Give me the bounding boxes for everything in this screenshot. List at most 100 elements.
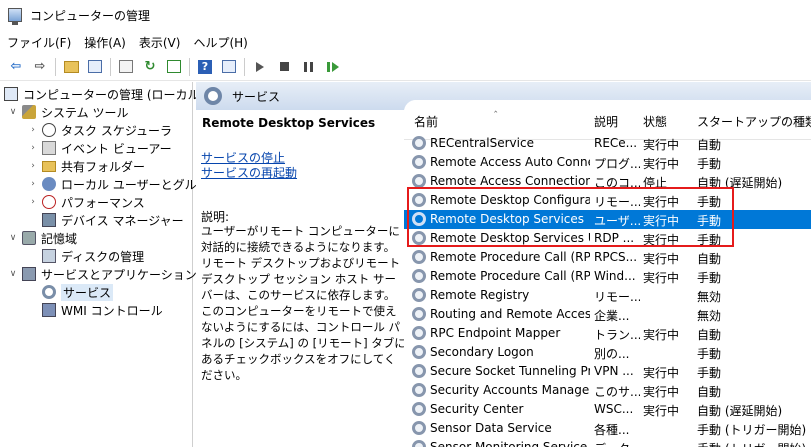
- gear-icon: [204, 87, 222, 105]
- table-row[interactable]: Remote Procedure Call (RPC) RPCS... 実行中 自動: [404, 248, 811, 267]
- menu-bar: ファイル(F) 操作(A) 表示(V) ヘルプ(H): [0, 31, 811, 53]
- cell-name: Remote Access Connection ...: [430, 174, 590, 188]
- cell-startup-type: 自動 (遅延開始): [697, 404, 783, 418]
- services-applications-icon: [22, 267, 36, 281]
- gear-icon: [412, 402, 426, 416]
- cell-name: Sensor Monitoring Service: [430, 440, 588, 447]
- event-viewer-icon: [42, 141, 56, 155]
- tree-root[interactable]: コンピューターの管理 (ローカル): [4, 85, 204, 103]
- cell-status: 実行中: [643, 271, 680, 285]
- cell-startup-type: 手動: [697, 366, 722, 380]
- column-startup-type[interactable]: スタートアップの種類: [697, 113, 811, 130]
- tree-disk-management[interactable]: ディスクの管理: [42, 247, 144, 265]
- gear-icon: [42, 285, 56, 299]
- menu-help[interactable]: ヘルプ(H): [186, 34, 253, 51]
- stop-service-icon[interactable]: [274, 57, 294, 77]
- cell-description: 別の...: [594, 347, 630, 361]
- tree-system-tools[interactable]: ∨ システム ツール: [8, 103, 128, 121]
- tree-wmi-control[interactable]: WMI コントロール: [42, 301, 163, 319]
- gear-icon: [412, 288, 426, 302]
- properties-icon[interactable]: [116, 57, 136, 77]
- refresh-icon[interactable]: ↻: [140, 57, 160, 77]
- gear-icon: [412, 307, 426, 321]
- help-icon[interactable]: ?: [195, 57, 215, 77]
- table-row[interactable]: Remote Registry リモー... 無効: [404, 286, 811, 305]
- chevron-right-icon[interactable]: ›: [28, 161, 38, 171]
- tree-task-scheduler[interactable]: › タスク スケジューラ: [28, 121, 172, 139]
- tree-storage[interactable]: ∨ 記憶域: [8, 229, 77, 247]
- cell-startup-type: 自動: [697, 138, 722, 152]
- export-list-icon[interactable]: [164, 57, 184, 77]
- tree-performance[interactable]: › パフォーマンス: [28, 193, 145, 211]
- cell-startup-type: 自動: [697, 385, 722, 399]
- tree-event-viewer[interactable]: › イベント ビューアー: [28, 139, 172, 157]
- computer-management-icon: [8, 8, 22, 25]
- table-row[interactable]: Sensor Data Service 各種... 手動 (トリガー開始): [404, 419, 811, 438]
- forward-arrow-icon[interactable]: ⇨: [30, 57, 50, 77]
- cell-name: Secondary Logon: [430, 345, 534, 359]
- gear-icon: [412, 345, 426, 359]
- tree-local-users[interactable]: › ローカル ユーザーとグループ: [28, 175, 220, 193]
- table-row[interactable]: Remote Access Auto Conne... プログ... 実行中 手動: [404, 153, 811, 172]
- chevron-down-icon[interactable]: ∨: [8, 269, 18, 279]
- cell-name: Routing and Remote Access: [430, 307, 590, 321]
- back-arrow-icon[interactable]: ⇦: [6, 57, 26, 77]
- chevron-down-icon[interactable]: ∨: [8, 107, 18, 117]
- gear-icon: [412, 269, 426, 283]
- column-name[interactable]: 名前: [414, 113, 438, 130]
- cell-startup-type: 自動: [697, 252, 722, 266]
- menu-file[interactable]: ファイル(F): [0, 34, 77, 51]
- menu-action[interactable]: 操作(A): [77, 34, 132, 51]
- device-manager-icon: [42, 213, 56, 227]
- tree-services[interactable]: サービス: [42, 283, 114, 301]
- gear-icon: [412, 421, 426, 435]
- window-title: コンピューターの管理: [30, 8, 151, 23]
- cell-startup-type: 自動: [697, 328, 722, 342]
- show-action-pane-icon[interactable]: [219, 57, 239, 77]
- tools-icon: [22, 105, 36, 119]
- up-folder-icon[interactable]: [61, 57, 81, 77]
- tree-device-manager[interactable]: デバイス マネージャー: [42, 211, 184, 229]
- tree-services-apps[interactable]: ∨ サービスとアプリケーション: [8, 265, 197, 283]
- cell-status: 実行中: [643, 328, 680, 342]
- gear-icon: [412, 250, 426, 264]
- description-pane: Remote Desktop Services サービスの停止 サービスの再起動…: [196, 110, 408, 447]
- table-row[interactable]: Secure Socket Tunneling Pr... VPN ... 実行中 手…: [404, 362, 811, 381]
- restart-service-icon[interactable]: [322, 57, 342, 77]
- cell-description: このサ...: [594, 385, 640, 399]
- cell-startup-type: 手動 (トリガー開始): [697, 423, 807, 437]
- pause-service-icon[interactable]: [298, 57, 318, 77]
- navigation-tree: コンピューターの管理 (ローカル) ∨ システム ツール › タスク スケジュー…: [0, 82, 220, 447]
- toolbar-separator: [244, 57, 245, 76]
- tree-shared-folders[interactable]: › 共有フォルダー: [28, 157, 145, 175]
- cell-description: トラン...: [594, 328, 640, 342]
- gear-icon: [412, 326, 426, 340]
- show-hide-tree-icon[interactable]: [85, 57, 105, 77]
- cell-description: VPN ...: [594, 364, 634, 378]
- restart-service-link[interactable]: サービスの再起動: [201, 164, 297, 181]
- column-status[interactable]: 状態: [643, 113, 667, 130]
- chevron-right-icon[interactable]: ›: [28, 143, 38, 153]
- table-row[interactable]: Routing and Remote Access 企業... 無効: [404, 305, 811, 324]
- cell-name: Security Accounts Manager: [430, 383, 590, 397]
- menu-view[interactable]: 表示(V): [132, 34, 187, 51]
- table-row[interactable]: Sensor Monitoring Service データ... 手動 (トリガー開…: [404, 438, 811, 447]
- chevron-down-icon[interactable]: ∨: [8, 233, 18, 243]
- cell-name: RPC Endpoint Mapper: [430, 326, 561, 340]
- table-row[interactable]: Remote Procedure Call (RPC) Wind... 実行中 手動: [404, 267, 811, 286]
- service-name-title: Remote Desktop Services: [202, 116, 376, 130]
- performance-icon: [42, 195, 56, 209]
- cell-startup-type: 無効: [697, 309, 722, 323]
- chevron-right-icon[interactable]: ›: [28, 125, 38, 135]
- table-row[interactable]: Secondary Logon 別の... 手動: [404, 343, 811, 362]
- highlight-box: [407, 187, 734, 247]
- column-description[interactable]: 説明: [594, 113, 618, 130]
- table-row[interactable]: RPC Endpoint Mapper トラン... 実行中 自動: [404, 324, 811, 343]
- services-list: ‸ 名前 説明 状態 スタートアップの種類 RECentralService RE…: [404, 100, 811, 447]
- table-row[interactable]: RECentralService RECe... 実行中 自動: [404, 134, 811, 153]
- chevron-right-icon[interactable]: ›: [28, 197, 38, 207]
- chevron-right-icon[interactable]: ›: [28, 179, 38, 189]
- table-row[interactable]: Security Accounts Manager このサ... 実行中 自動: [404, 381, 811, 400]
- start-service-icon[interactable]: [250, 57, 270, 77]
- table-row[interactable]: Security Center WSC... 実行中 自動 (遅延開始): [404, 400, 811, 419]
